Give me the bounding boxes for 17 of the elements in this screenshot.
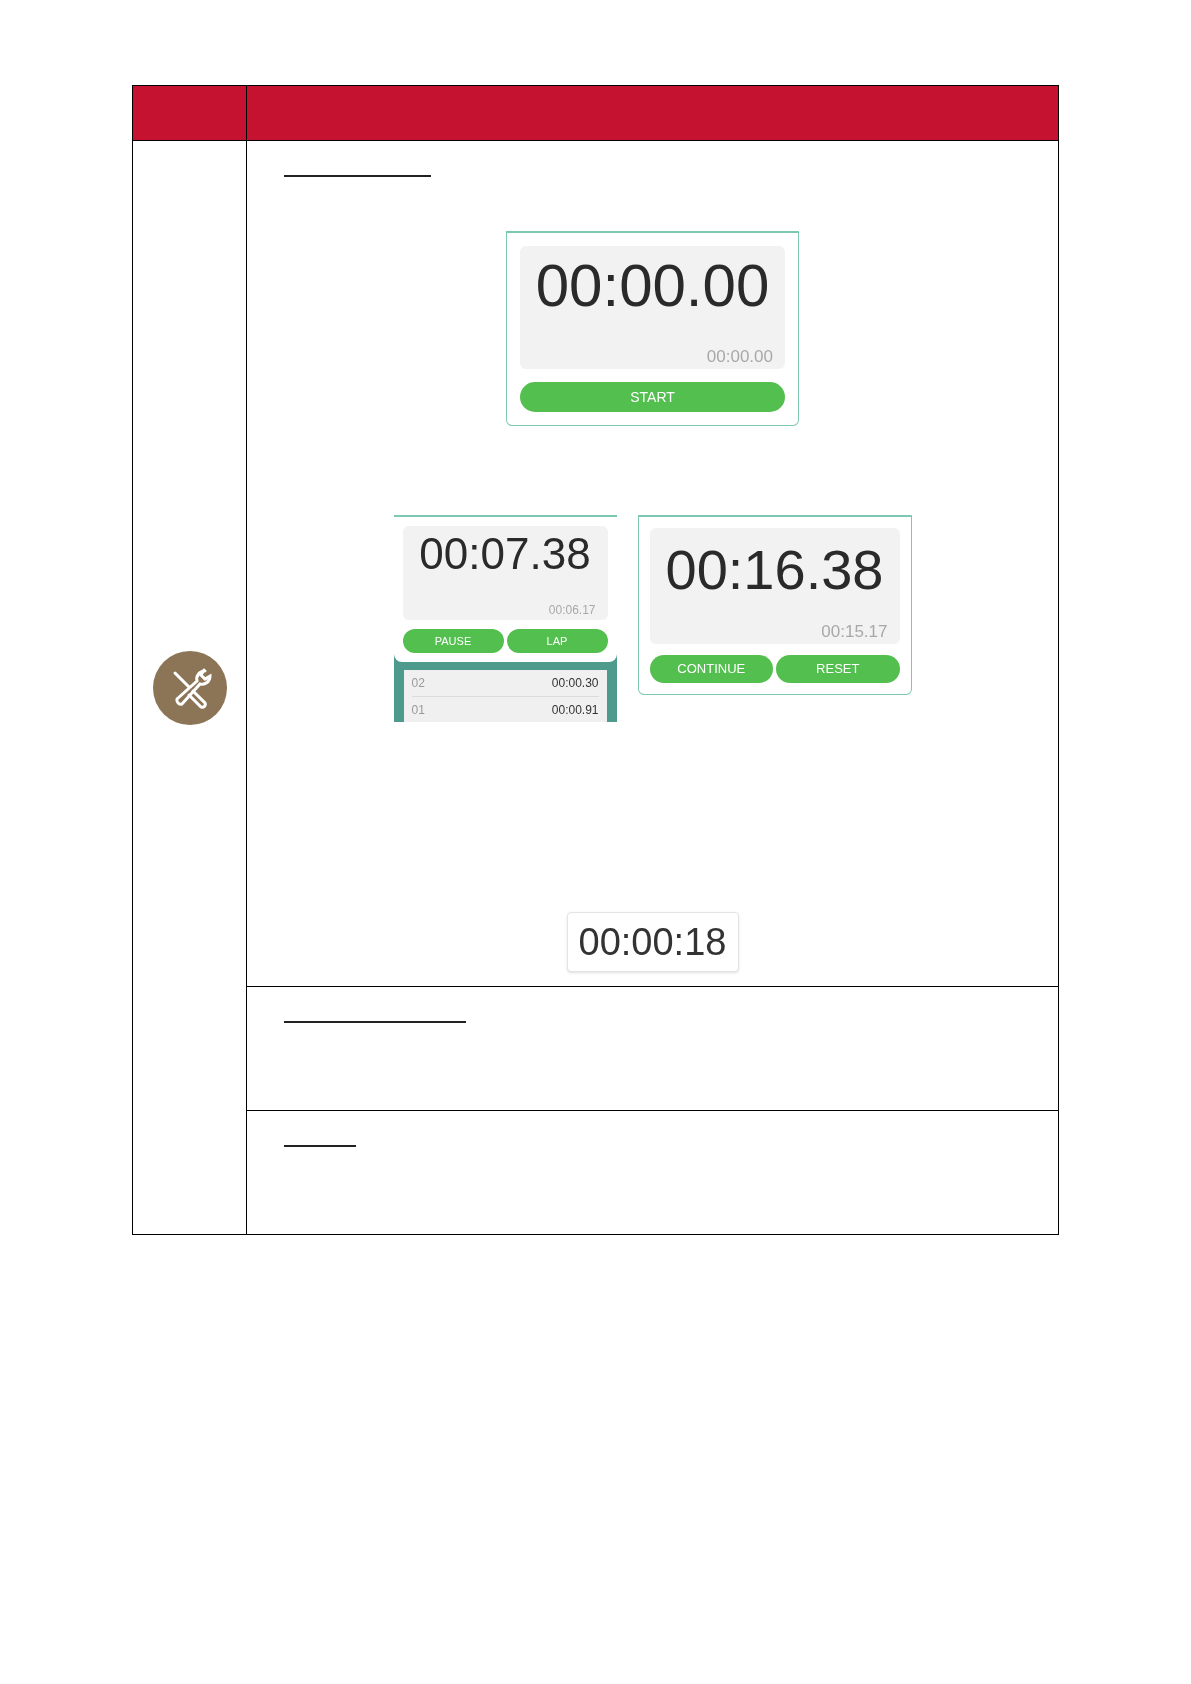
stopwatch-button[interactable]: START	[520, 382, 785, 412]
tools-icon	[152, 650, 227, 725]
lap-number: 02	[411, 675, 425, 692]
stopwatch-button[interactable]: RESET	[776, 655, 900, 683]
previous-time: 00:00.00	[706, 348, 773, 365]
stopwatch-button[interactable]: PAUSE	[402, 629, 504, 653]
stopwatch-button[interactable]: CONTINUE	[649, 655, 773, 683]
previous-time: 00:15.17	[821, 623, 888, 640]
elapsed-time: 00:16.38	[665, 537, 884, 598]
lap-number: 01	[411, 701, 425, 719]
elapsed-time: 00:00.00	[535, 251, 770, 316]
lap-time: 00:00.30	[551, 675, 599, 692]
previous-time: 00:06.17	[548, 604, 596, 616]
lap-time: 00:00.91	[551, 701, 599, 719]
stopwatch-button[interactable]: LAP	[506, 629, 608, 653]
clock-display: 00:00:18	[566, 912, 739, 972]
elapsed-time: 00:07.38	[419, 528, 591, 576]
